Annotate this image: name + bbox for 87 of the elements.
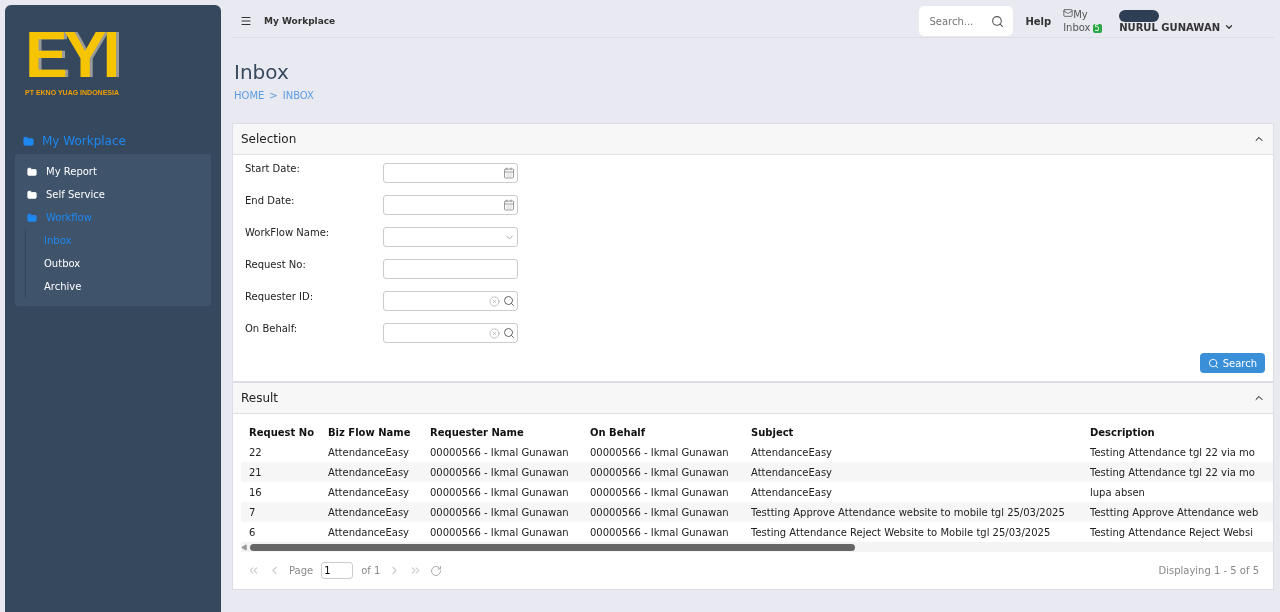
sidebar-subitem[interactable]: Archive: [44, 275, 211, 298]
input-field[interactable]: [383, 259, 518, 279]
table-cell-text: Testing Attendance tgl 22 via mo: [1090, 466, 1256, 478]
company-logo: EYI: [25, 23, 117, 87]
inbox-link[interactable]: My Inbox 5: [1063, 7, 1108, 35]
table-cell-text: 00000566 - Ikmal Gunawan: [430, 506, 570, 518]
sidebar-item[interactable]: My Report: [27, 160, 211, 183]
breadcrumb-separator: >: [269, 90, 278, 101]
page-label: Page: [289, 565, 314, 576]
table-cell-text: 00000566 - Ikmal Gunawan: [590, 506, 730, 518]
folder-icon: [27, 189, 37, 200]
search-field[interactable]: Search...: [919, 6, 1014, 36]
calendar-icon[interactable]: [503, 167, 515, 179]
scroll-left-icon[interactable]: [241, 543, 248, 551]
field-label: Request No:: [245, 259, 307, 272]
table-cell-text: AttendanceEasy: [751, 486, 834, 498]
table-cell-text: 16: [249, 486, 263, 498]
sidebar-item[interactable]: Self Service: [27, 183, 211, 206]
table-cell-text: 00000566 - Ikmal Gunawan: [430, 466, 570, 478]
table-cell-text: AttendanceEasy: [751, 446, 834, 458]
input-field[interactable]: [383, 195, 518, 215]
column-header[interactable]: Requester Name: [430, 426, 590, 438]
mail-icon: [1063, 7, 1074, 18]
help-link[interactable]: Help: [1025, 15, 1052, 27]
display-count: Displaying 1 - 5 of 5: [1158, 565, 1259, 576]
refresh-icon[interactable]: [430, 564, 443, 577]
table-cell-text: lupa absen: [1090, 486, 1146, 498]
table-cell-text: 22: [249, 446, 263, 458]
table-cell-text: Testing Attendance Reject Websi: [1090, 526, 1254, 538]
search-icon[interactable]: [991, 14, 1005, 28]
table-cell-text: 21: [249, 466, 263, 478]
page-count: of 1: [361, 565, 381, 576]
table-cell-text: Testting Approve Attendance web: [1090, 506, 1260, 518]
table-cell-text: 6: [249, 526, 257, 538]
page-title: Inbox: [234, 60, 290, 84]
sidebar-subitem[interactable]: Outbox: [44, 252, 211, 275]
table-cell-text: 00000566 - Ikmal Gunawan: [590, 446, 730, 458]
table-cell-text: 00000566 - Ikmal Gunawan: [430, 526, 570, 538]
first-page-icon[interactable]: [247, 564, 260, 577]
table-cell-text: AttendanceEasy: [328, 466, 411, 478]
table-cell-text: AttendanceEasy: [328, 506, 411, 518]
table-cell-text: AttendanceEasy: [751, 466, 834, 478]
clear-icon[interactable]: [489, 327, 500, 339]
input-field[interactable]: [383, 291, 518, 311]
input-field[interactable]: [383, 163, 518, 183]
column-header[interactable]: Subject: [751, 426, 1090, 438]
clear-icon[interactable]: [489, 295, 500, 307]
user-menu[interactable]: NURUL GUNAWAN: [1119, 9, 1234, 33]
horizontal-scrollbar[interactable]: [241, 542, 1273, 552]
column-header[interactable]: Description: [1090, 426, 1262, 438]
panel-title: Result: [241, 391, 279, 405]
dropdown-field[interactable]: [383, 227, 518, 247]
table-cell-text: Testting Approve Attendance website to mobile tgl 25/03/2025: [751, 506, 1066, 518]
table-cell-text: 00000566 - Ikmal Gunawan: [590, 526, 730, 538]
menu-icon[interactable]: [240, 15, 252, 27]
search-icon[interactable]: [503, 327, 515, 339]
column-header[interactable]: Biz Flow Name: [328, 426, 430, 438]
folder-icon: [27, 212, 37, 223]
folder-icon: [23, 135, 34, 147]
search-icon: [1207, 357, 1219, 369]
table-cell-text: 00000566 - Ikmal Gunawan: [590, 486, 730, 498]
field-label: On Behalf:: [245, 323, 299, 336]
table-cell-text: Testing Attendance tgl 22 via mo: [1090, 446, 1256, 458]
table-cell-text: 00000566 - Ikmal Gunawan: [590, 466, 730, 478]
field-label: Requester ID:: [245, 291, 315, 304]
column-header[interactable]: On Behalf: [590, 426, 751, 438]
table-cell-text: 00000566 - Ikmal Gunawan: [430, 486, 570, 498]
search-icon[interactable]: [503, 295, 515, 307]
topbar-title: My Workplace: [264, 16, 337, 26]
caret-icon: [1224, 22, 1234, 32]
table-cell-text: 7: [249, 506, 257, 518]
calendar-icon[interactable]: [503, 199, 515, 211]
table-cell-text: AttendanceEasy: [328, 486, 411, 498]
field-label: End Date:: [245, 195, 296, 208]
inbox-count-badge: 5: [1092, 23, 1102, 33]
page-input[interactable]: 1: [321, 562, 354, 579]
column-header[interactable]: Request No: [249, 426, 328, 438]
table-cell-text: Testing Attendance Reject Website to Mobile tgl 25/03/2025: [751, 526, 1052, 538]
table-cell-text: AttendanceEasy: [328, 446, 411, 458]
input-field[interactable]: [383, 323, 518, 343]
panel-title: Selection: [241, 132, 297, 146]
table-cell-text: AttendanceEasy: [328, 526, 411, 538]
avatar: [1119, 9, 1160, 22]
folder-icon: [27, 166, 37, 177]
table-cell-text: 00000566 - Ikmal Gunawan: [430, 446, 570, 458]
field-label: Start Date:: [245, 163, 301, 176]
field-label: WorkFlow Name:: [245, 227, 331, 240]
